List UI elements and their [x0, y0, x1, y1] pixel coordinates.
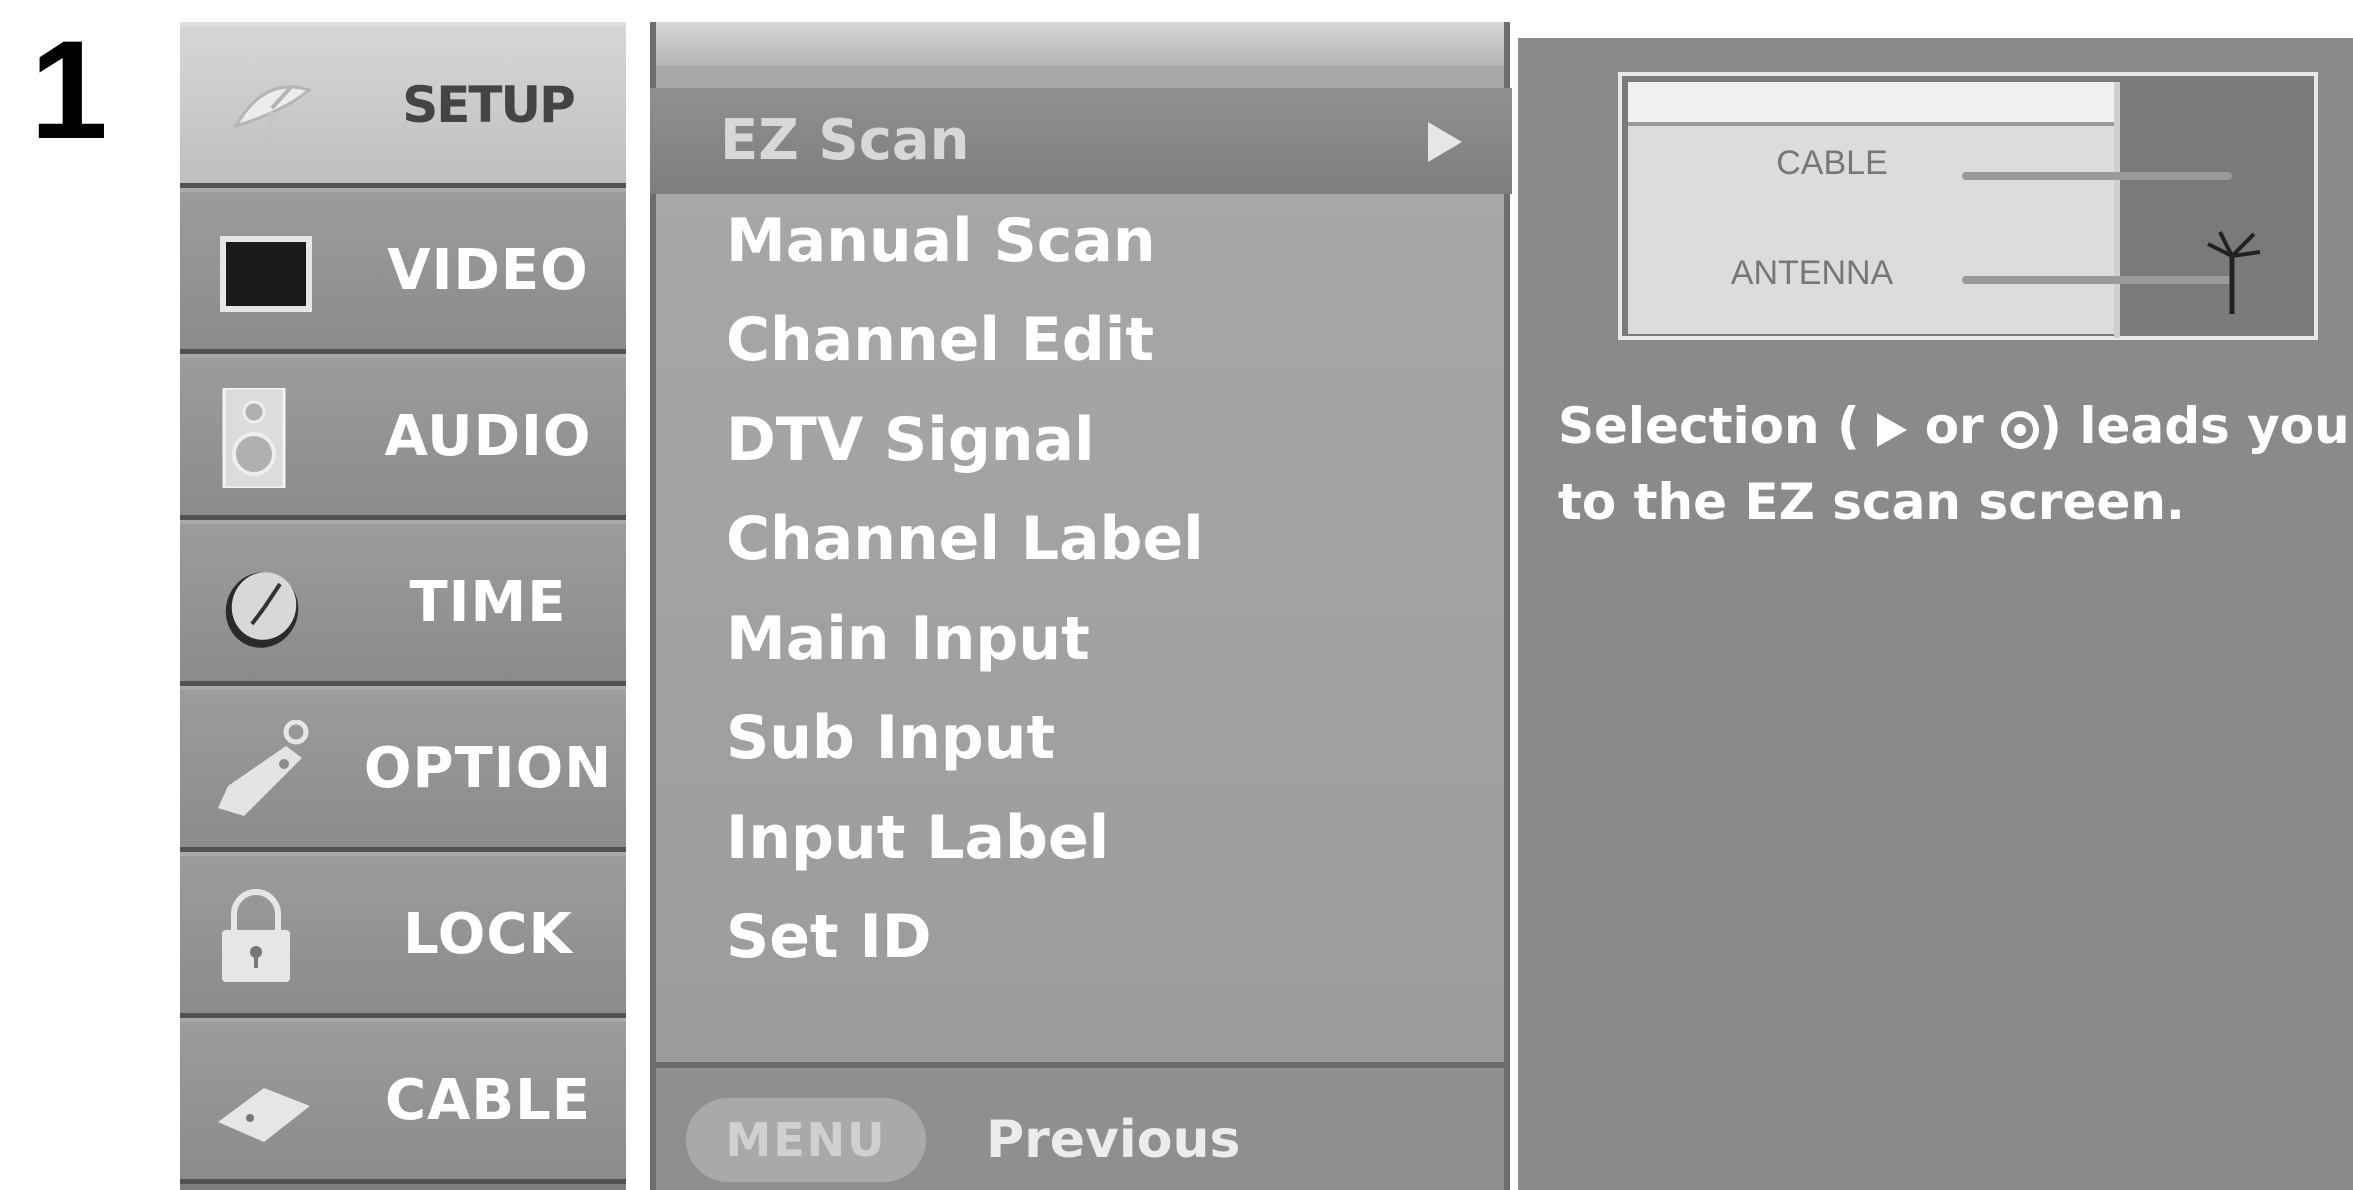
right-arrow-icon [1428, 122, 1462, 162]
submenu-item-sub-input[interactable]: Sub Input [726, 693, 1055, 783]
submenu-item-input-label[interactable]: Input Label [726, 793, 1109, 883]
menu-item-label: OPTION [363, 736, 613, 801]
submenu-item-channel-edit[interactable]: Channel Edit [726, 295, 1154, 385]
ok-button-icon [2001, 410, 2040, 449]
setup-submenu: EZ Scan Manual Scan Channel Edit DTV Sig… [650, 22, 1512, 1190]
antenna-line [1962, 276, 2232, 284]
info-text-end: ) leads you [2039, 397, 2350, 455]
speaker-icon [222, 388, 286, 488]
menu-item-audio[interactable]: AUDIO [180, 354, 626, 520]
menu-item-label: TIME [409, 570, 567, 635]
info-text-or: or [1924, 397, 1984, 455]
cable-label: CABLE [1776, 144, 1888, 182]
category-menu: SETUP VIDEO AUDIO TIME OPTION LOCK CABLE [180, 22, 626, 1190]
submenu-item-dtv-signal[interactable]: DTV Signal [726, 395, 1095, 485]
antenna-icon [2207, 231, 2261, 314]
right-arrow-icon [1877, 412, 1908, 447]
diagram-box-top [1628, 82, 2114, 126]
submenu-item-ez-scan[interactable]: EZ Scan [650, 88, 1512, 194]
submenu-item-main-input[interactable]: Main Input [726, 594, 1090, 684]
menu-item-cable[interactable]: CABLE [180, 1018, 626, 1184]
menu-item-label: VIDEO [387, 238, 589, 303]
previous-label: Previous [986, 1110, 1241, 1170]
info-panel: CABLE ANTENNA Selection ( or ) leads you… [1518, 38, 2353, 1190]
menu-item-lock[interactable]: LOCK [180, 852, 626, 1018]
info-description: Selection ( or ) leads you to the EZ sca… [1558, 388, 2350, 540]
menu-item-label: SETUP [402, 75, 576, 134]
submenu-item-label: EZ Scan [720, 108, 970, 173]
menu-item-option[interactable]: OPTION [180, 686, 626, 852]
info-text-start: Selection ( [1558, 397, 1860, 455]
submenu-item-manual-scan[interactable]: Manual Scan [726, 196, 1156, 286]
tag-icon [218, 720, 309, 816]
diagram-divider [2114, 82, 2120, 338]
clock-icon [225, 572, 299, 648]
satellite-dish-icon [232, 84, 313, 153]
menu-item-video[interactable]: VIDEO [180, 188, 626, 354]
cable-line [1962, 172, 2232, 180]
menu-button[interactable]: MENU [686, 1098, 926, 1182]
monitor-icon [220, 236, 312, 312]
menu-item-label: AUDIO [384, 404, 592, 469]
submenu-item-channel-label[interactable]: Channel Label [726, 494, 1204, 584]
submenu-top-bar [656, 22, 1504, 66]
menu-item-time[interactable]: TIME [180, 520, 626, 686]
menu-item-label: LOCK [403, 902, 573, 967]
submenu-footer: MENU Previous [656, 1062, 1504, 1190]
antenna-label: ANTENNA [1730, 254, 1894, 292]
menu-item-label: CABLE [384, 1068, 592, 1133]
menu-item-setup[interactable]: SETUP [180, 22, 626, 188]
submenu-item-set-id[interactable]: Set ID [726, 892, 932, 982]
info-text-line2: to the EZ scan screen. [1558, 473, 2185, 531]
card-icon [218, 1088, 310, 1142]
connection-diagram: CABLE ANTENNA [1618, 72, 2318, 340]
padlock-icon [222, 889, 290, 982]
step-number: 1 [30, 11, 108, 168]
